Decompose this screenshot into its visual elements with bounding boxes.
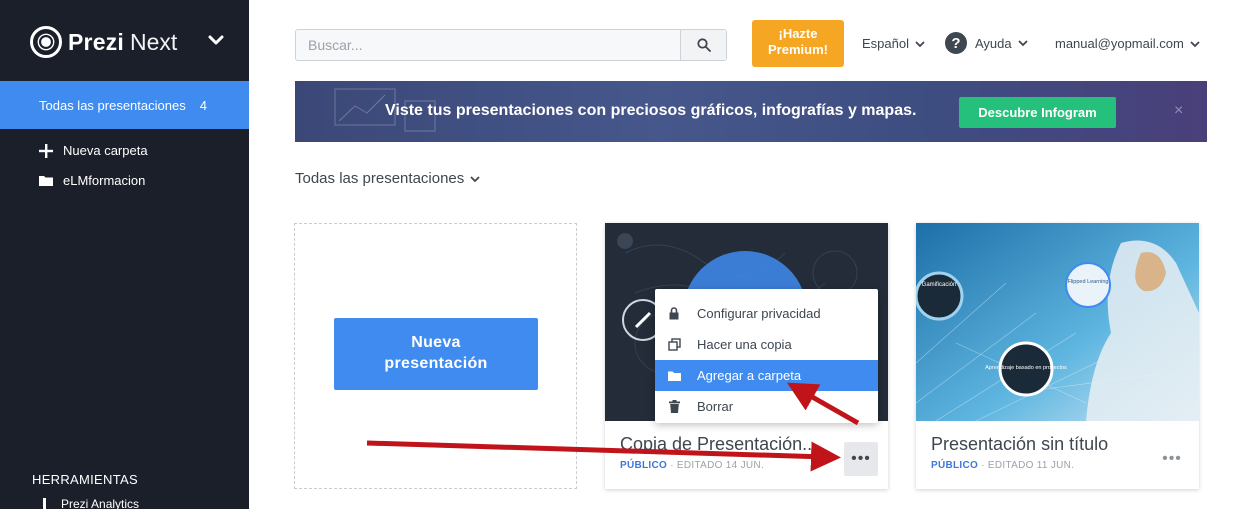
logo-product: Next [129,28,178,55]
trash-icon [668,400,680,413]
menu-item-label: Agregar a carpeta [697,368,802,383]
presentation-card[interactable]: Gamificación Flipped Learning Aprendizaj… [916,223,1199,489]
sidebar-item-label: Prezi Analytics [61,497,140,509]
presentation-count: 4 [199,97,207,113]
help-label: Ayuda [975,35,1012,51]
lock-icon [669,307,679,320]
sidebar-item-label: Todas las presentaciones [39,97,186,113]
thumbnail-image: Gamificación Flipped Learning Aprendizaj… [916,223,1199,421]
search-box [295,29,727,61]
folder-icon [39,175,53,186]
prezi-logo[interactable]: Prezi Next [30,24,177,60]
thumb-label-gamification: Gamificación [922,282,957,288]
presentation-thumbnail[interactable]: Gamificación Flipped Learning Aprendizaj… [916,223,1199,421]
visibility-badge[interactable]: PÚBLICO [620,460,667,471]
edited-date: · EDITADO 11 JUN. [981,460,1075,471]
chevron-down-icon [1190,40,1200,47]
chevron-down-icon [470,175,480,182]
new-presentation-card: Nueva presentación [294,223,577,489]
visibility-badge[interactable]: PÚBLICO [931,460,978,471]
prezi-logo-icon [30,26,62,58]
menu-item-add-to-folder[interactable]: Agregar a carpeta [655,360,878,391]
presentation-title[interactable]: Presentación sin título [931,434,1108,455]
plus-icon [39,143,53,158]
banner-text: Viste tus presentaciones con preciosos g… [385,102,917,119]
menu-item-label: Borrar [697,399,734,414]
sidebar-item-new-folder[interactable]: Nueva carpeta [39,143,148,158]
tools-heading: HERRAMIENTAS [32,472,138,487]
premium-line1: ¡Hazte [778,26,818,41]
presentation-meta: PÚBLICO · EDITADO 14 JUN. [620,460,764,471]
folder-filter-dropdown[interactable]: Todas las presentaciones [295,170,480,187]
premium-button[interactable]: ¡Hazte Premium! [752,20,844,67]
menu-item-label: Hacer una copia [697,337,792,352]
context-menu: Configurar privacidad Hacer una copia Ag… [655,289,878,423]
page-title: Todas las presentaciones [295,170,465,187]
help-menu[interactable]: ? Ayuda [945,32,1028,54]
discover-infogram-button[interactable]: Descubre Infogram [959,97,1116,128]
presentation-title[interactable]: Copia de Presentación... [620,434,817,455]
search-icon [696,38,711,52]
sidebar-item-analytics[interactable]: Prezi Analytics [39,497,139,509]
sidebar-item-label: Nueva carpeta [63,143,148,158]
user-email: manual@yopmail.com [1055,36,1184,51]
logo-brand: Prezi [68,28,124,55]
folder-icon [667,371,681,381]
chevron-down-icon[interactable] [204,28,228,52]
menu-item-label: Configurar privacidad [697,306,821,321]
help-icon: ? [945,32,967,54]
analytics-icon [43,498,46,509]
chevron-down-icon [915,40,925,47]
new-presentation-button[interactable]: Nueva presentación [334,318,538,390]
language-selector[interactable]: Español [862,36,925,51]
sidebar: Prezi Next Todas las presentaciones 4 Nu… [0,0,249,509]
sidebar-item-all-presentations[interactable]: Todas las presentaciones 4 [0,81,249,129]
chevron-down-icon [1018,40,1028,47]
new-presentation-line2: presentación [384,355,488,372]
search-button[interactable] [680,30,726,60]
search-input[interactable] [296,30,680,60]
close-icon[interactable]: × [1174,102,1183,120]
language-label: Español [862,36,909,51]
user-menu[interactable]: manual@yopmail.com [1055,36,1200,51]
menu-item-delete[interactable]: Borrar [655,391,878,422]
premium-line2: Premium! [768,42,828,57]
menu-item-copy[interactable]: Hacer una copia [655,329,878,360]
menu-item-privacy[interactable]: Configurar privacidad [655,298,878,329]
promo-banner: Viste tus presentaciones con preciosos g… [295,81,1207,142]
copy-icon [667,338,681,351]
thumb-label-projects: Aprendizaje basado en proyectos [985,365,1067,371]
more-options-button[interactable]: ••• [844,442,878,476]
thumb-label-flipped: Flipped Learning [1068,279,1109,285]
new-presentation-line1: Nueva [411,334,461,351]
more-options-button[interactable]: ••• [1155,442,1189,476]
edited-date: · EDITADO 14 JUN. [670,460,765,471]
sidebar-item-label: eLMformacion [63,173,146,188]
presentation-meta: PÚBLICO · EDITADO 11 JUN. [931,460,1074,471]
sidebar-item-elmformacion[interactable]: eLMformacion [39,173,145,188]
